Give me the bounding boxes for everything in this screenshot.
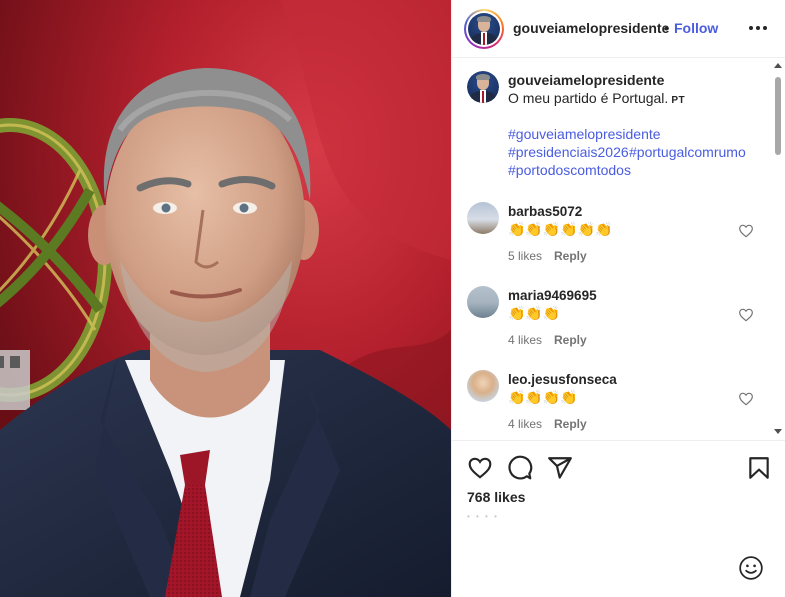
portrait-illustration: [0, 0, 451, 597]
author-username[interactable]: gouveiamelopresidente: [513, 20, 669, 36]
reply-button[interactable]: Reply: [554, 333, 587, 347]
post-side-panel: gouveiamelopresidente • Follow gouveiame…: [451, 0, 785, 597]
comment-icon[interactable]: [507, 455, 533, 481]
separator-dot: •: [664, 20, 669, 36]
reply-button[interactable]: Reply: [554, 249, 587, 263]
comment-likes[interactable]: 5 likes: [508, 249, 542, 263]
post-header: gouveiamelopresidente • Follow: [452, 0, 785, 58]
comment-text: 👏👏👏: [508, 305, 561, 321]
bookmark-icon[interactable]: [746, 455, 772, 481]
comment-likes[interactable]: 4 likes: [508, 333, 542, 347]
language-badge: PT: [671, 95, 686, 106]
caption-avatar[interactable]: [467, 71, 499, 103]
comment-text: 👏👏👏👏: [508, 389, 578, 405]
comments-scroll-area[interactable]: gouveiamelopresidente O meu partido é Po…: [452, 59, 785, 440]
comment-likes[interactable]: 4 likes: [508, 417, 542, 431]
comment-text: 👏👏👏👏👏👏: [508, 221, 613, 237]
scrollbar[interactable]: [771, 59, 785, 440]
comment-meta: 5 likes Reply: [508, 249, 599, 263]
scrollbar-thumb[interactable]: [775, 77, 781, 155]
divider-dots: • • • •: [467, 512, 499, 521]
smiley-icon[interactable]: [738, 555, 764, 581]
scroll-down-arrow-icon[interactable]: [774, 429, 782, 434]
hashtag-link[interactable]: #presidenciais2026: [508, 144, 629, 160]
caption-username[interactable]: gouveiamelopresidente: [508, 72, 664, 88]
caption-text: O meu partido é Portugal. PT: [508, 90, 686, 106]
post-photo[interactable]: [0, 0, 451, 597]
commenter-avatar[interactable]: [467, 202, 499, 234]
commenter-avatar[interactable]: [467, 286, 499, 318]
follow-button[interactable]: Follow: [674, 20, 718, 36]
comment-meta: 4 likes Reply: [508, 333, 599, 347]
author-avatar[interactable]: [464, 9, 504, 49]
hashtag-link[interactable]: #gouveiamelopresidente: [508, 126, 661, 142]
comment-username[interactable]: leo.jesusfonseca: [508, 372, 617, 387]
comment-username[interactable]: maria9469695: [508, 288, 597, 303]
share-icon[interactable]: [547, 455, 573, 481]
heart-icon[interactable]: [738, 223, 754, 239]
heart-icon[interactable]: [738, 391, 754, 407]
likes-count[interactable]: 768 likes: [467, 489, 525, 505]
scroll-up-arrow-icon[interactable]: [774, 63, 782, 68]
heart-icon[interactable]: [467, 455, 493, 481]
commenter-avatar[interactable]: [467, 370, 499, 402]
comment-meta: 4 likes Reply: [508, 417, 599, 431]
post-actions: 768 likes • • • •: [452, 440, 785, 597]
hashtag-link[interactable]: #portugalcomrumo: [629, 144, 746, 160]
more-horizontal-icon[interactable]: [748, 16, 770, 38]
hashtag-link[interactable]: #portodoscomtodos: [508, 162, 631, 178]
comment-username[interactable]: barbas5072: [508, 204, 582, 219]
heart-icon[interactable]: [738, 307, 754, 323]
reply-button[interactable]: Reply: [554, 417, 587, 431]
